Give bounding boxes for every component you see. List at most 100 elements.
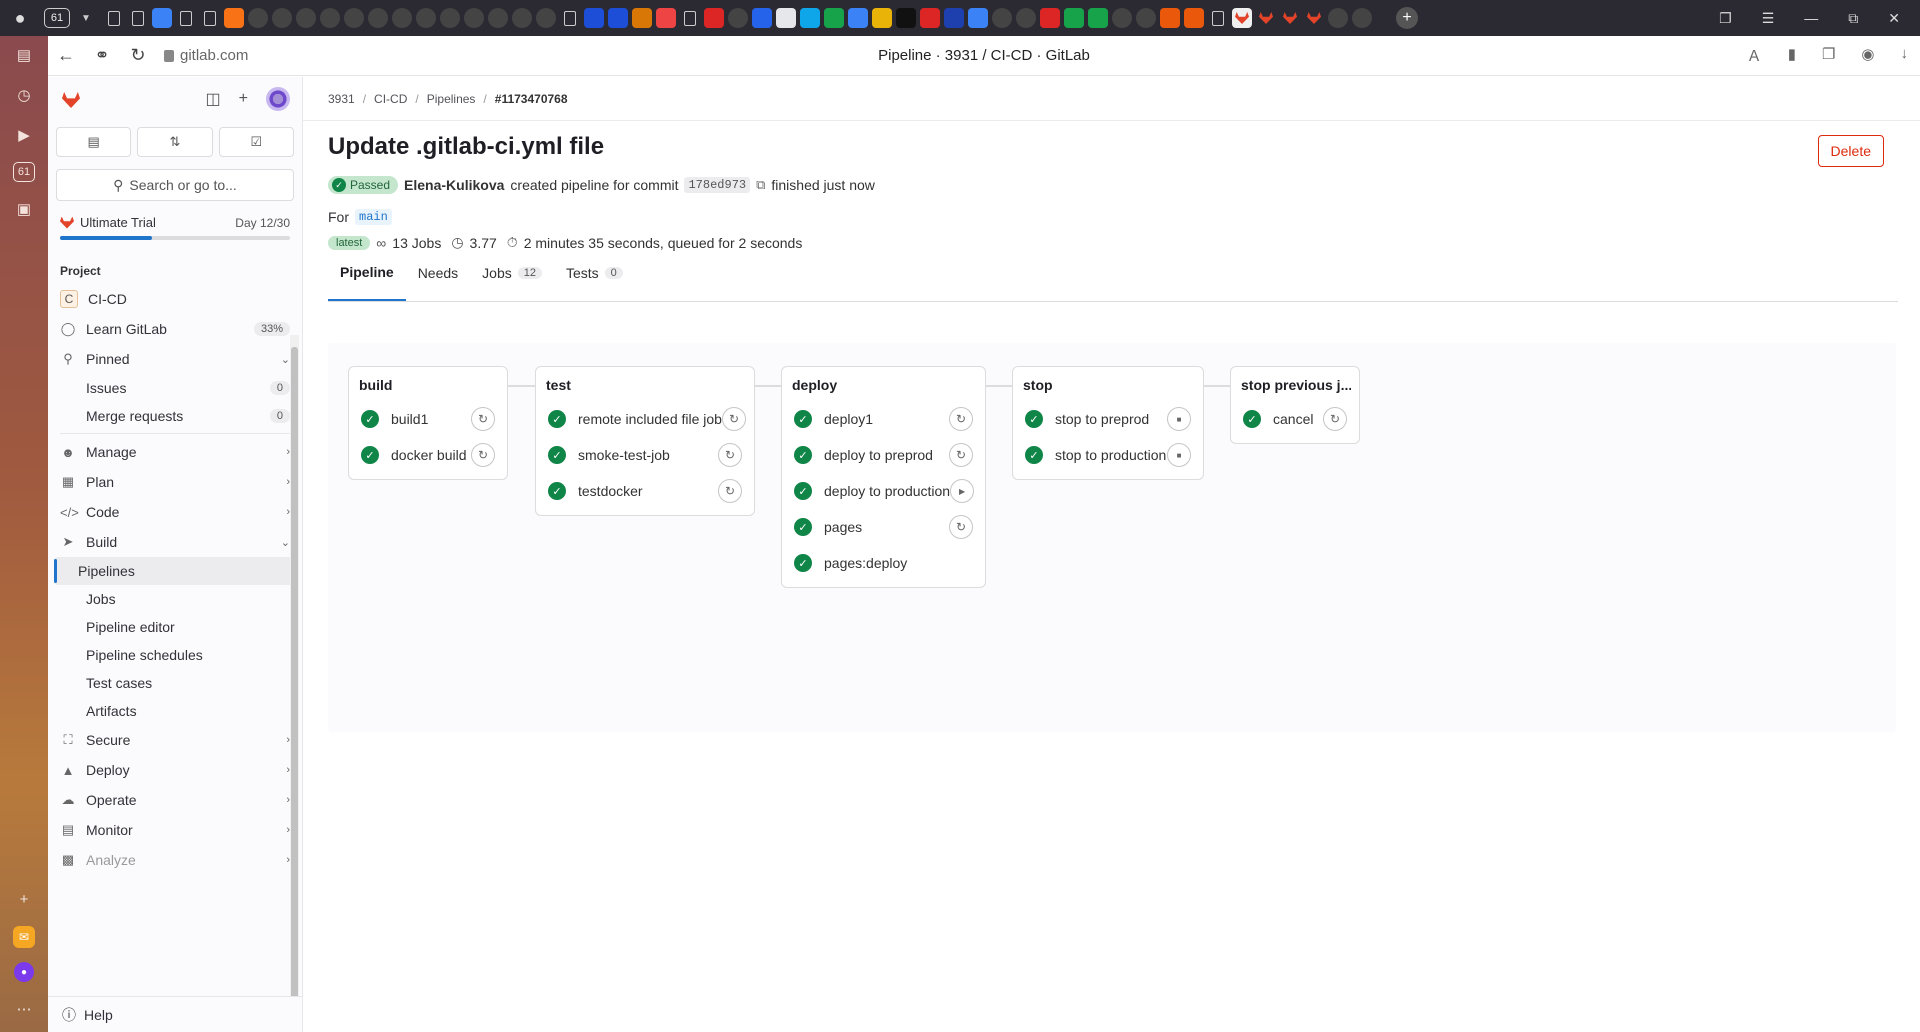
restore-icon[interactable]: ⧉ xyxy=(1848,10,1858,27)
pipeline-job[interactable]: ✓ docker build ↻ xyxy=(357,437,499,473)
search-input[interactable]: ⚲ Search or go to... xyxy=(56,169,294,201)
new-tab-button[interactable]: + xyxy=(1396,7,1418,29)
retry-icon[interactable]: ↻ xyxy=(718,479,742,503)
more-icon[interactable]: ⋯ xyxy=(11,996,37,1022)
retry-icon[interactable]: ↻ xyxy=(471,407,495,431)
close-icon[interactable]: ✕ xyxy=(1888,10,1900,27)
pipeline-job[interactable]: ✓ build1 ↻ xyxy=(357,401,499,437)
reload-icon[interactable]: ↻ xyxy=(120,45,156,66)
tab-favicon[interactable] xyxy=(132,10,144,26)
tab-favicon[interactable] xyxy=(752,8,772,28)
menu-icon[interactable]: ☰ xyxy=(1762,10,1775,27)
tab-favicon[interactable] xyxy=(1016,8,1036,28)
tab-favicon[interactable] xyxy=(1256,8,1276,28)
tab-favicon[interactable] xyxy=(464,8,484,28)
sidebar-item-test-cases[interactable]: Test cases xyxy=(48,669,302,697)
tab-favicon[interactable] xyxy=(1040,8,1060,28)
yandex-icon[interactable]: ⚭ xyxy=(84,45,120,66)
pipeline-job[interactable]: ✓ smoke-test-job ↻ xyxy=(544,437,746,473)
translate-icon[interactable]: Ａ xyxy=(1747,45,1762,66)
back-icon[interactable]: ← xyxy=(48,45,84,66)
play-icon[interactable]: ▶ xyxy=(11,122,37,148)
tab-favicon[interactable] xyxy=(1280,8,1300,28)
tab-favicon[interactable] xyxy=(1160,8,1180,28)
profile-icon[interactable]: ● xyxy=(0,0,40,36)
scrollbar-thumb[interactable] xyxy=(291,347,298,1007)
assistant-icon[interactable]: ● xyxy=(14,962,34,982)
tab-favicon[interactable] xyxy=(848,8,868,28)
tab-count-button[interactable]: 61 xyxy=(44,8,70,28)
tab-favicon[interactable] xyxy=(204,10,216,26)
help-button[interactable]: ⓘ Help xyxy=(48,996,302,1032)
tab-favicon[interactable] xyxy=(488,8,508,28)
tab-favicon[interactable] xyxy=(728,8,748,28)
tab-favicon[interactable] xyxy=(608,8,628,28)
todo-button[interactable]: ☑ xyxy=(218,127,294,157)
pipeline-job[interactable]: ✓ deploy to preprod ↻ xyxy=(790,437,977,473)
collections-icon[interactable]: ❐ xyxy=(1719,10,1732,27)
sidebar-item-monitor[interactable]: ▤ Monitor › xyxy=(48,815,302,845)
breadcrumb-current[interactable]: #1173470768 xyxy=(495,92,568,106)
bookmark-icon[interactable]: ▮ xyxy=(1788,45,1796,66)
tab-favicon[interactable] xyxy=(1112,8,1132,28)
tab-favicon[interactable] xyxy=(1212,10,1224,26)
tab-count-icon[interactable]: 61 xyxy=(13,162,35,182)
sidebar-item-project[interactable]: C CI-CD xyxy=(48,284,302,314)
sidebar-item-jobs[interactable]: Jobs xyxy=(48,585,302,613)
sidebar-item-code[interactable]: </> Code › xyxy=(48,497,302,527)
tab-favicon[interactable] xyxy=(800,8,820,28)
tab-favicon[interactable] xyxy=(632,8,652,28)
pipeline-job[interactable]: ✓ pages:deploy xyxy=(790,545,977,581)
tab-favicon[interactable] xyxy=(684,10,696,26)
tab-needs[interactable]: Needs xyxy=(406,256,470,301)
tab-tests[interactable]: Tests 0 xyxy=(554,256,635,301)
retry-icon[interactable]: ↻ xyxy=(471,443,495,467)
retry-icon[interactable]: ↻ xyxy=(949,443,973,467)
commit-sha[interactable]: 178ed973 xyxy=(684,177,751,193)
pipeline-job[interactable]: ✓ deploy1 ↻ xyxy=(790,401,977,437)
tab-favicon[interactable] xyxy=(1328,8,1348,28)
delete-button[interactable]: Delete xyxy=(1817,135,1884,167)
ref-link[interactable]: main xyxy=(355,209,392,225)
tab-favicon[interactable] xyxy=(108,10,120,26)
tab-favicon[interactable] xyxy=(1064,8,1084,28)
collections-icon[interactable]: ❐ xyxy=(1822,45,1835,66)
tab-favicon[interactable] xyxy=(824,8,844,28)
copy-icon[interactable]: ⧉ xyxy=(756,177,765,193)
tab-favicon[interactable] xyxy=(920,8,940,28)
tab-favicon[interactable] xyxy=(180,10,192,26)
tab-favicon[interactable] xyxy=(1304,8,1324,28)
tab-favicon[interactable] xyxy=(248,8,268,28)
pipeline-job[interactable]: ✓ pages ↻ xyxy=(790,509,977,545)
tab-favicon[interactable] xyxy=(1184,8,1204,28)
sidebar-item-pinned[interactable]: ⚲ Pinned ⌄ xyxy=(48,344,302,374)
sidebar-item-deploy[interactable]: ▲ Deploy › xyxy=(48,755,302,785)
stop-icon[interactable]: ■ xyxy=(1167,443,1191,467)
stop-icon[interactable]: ■ xyxy=(1167,407,1191,431)
pipeline-job[interactable]: ✓ stop to preprod ■ xyxy=(1021,401,1195,437)
sidebar-item-plan[interactable]: ▦ Plan › xyxy=(48,467,302,497)
tab-favicon[interactable] xyxy=(440,8,460,28)
sidebar-item-artifacts[interactable]: Artifacts xyxy=(48,697,302,725)
tab-favicon[interactable] xyxy=(392,8,412,28)
mail-icon[interactable]: ✉ xyxy=(13,926,35,948)
pipeline-job[interactable]: ✓ cancel ↻ xyxy=(1239,401,1351,437)
tab-favicon[interactable] xyxy=(416,8,436,28)
tab-favicon[interactable] xyxy=(896,8,916,28)
sidebar-item-pipeline-editor[interactable]: Pipeline editor xyxy=(48,613,302,641)
tab-favicon[interactable] xyxy=(656,8,676,28)
tab-favicon[interactable] xyxy=(272,8,292,28)
tab-favicon[interactable] xyxy=(944,8,964,28)
tab-favicon[interactable] xyxy=(320,8,340,28)
sidebar-item-pipeline-schedules[interactable]: Pipeline schedules xyxy=(48,641,302,669)
issues-button[interactable]: ▤ xyxy=(56,127,132,157)
play-icon[interactable]: ▶ xyxy=(950,479,975,503)
status-badge[interactable]: ✓ Passed xyxy=(328,176,399,194)
tab-favicon[interactable] xyxy=(704,8,724,28)
breadcrumb-item[interactable]: CI-CD xyxy=(374,92,407,106)
merge-requests-button[interactable]: ⇅ xyxy=(137,127,213,157)
sidebar-item-secure[interactable]: ⛶ Secure › xyxy=(48,725,302,755)
sidebar-item-analyze[interactable]: ▩ Analyze › xyxy=(48,845,302,875)
pipeline-job[interactable]: ✓ testdocker ↻ xyxy=(544,473,746,509)
notes-icon[interactable]: ▤ xyxy=(11,42,37,68)
